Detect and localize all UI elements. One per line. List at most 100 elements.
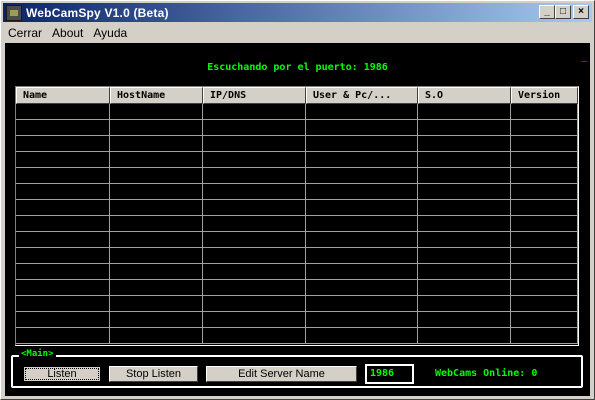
table-cell <box>418 216 511 231</box>
menu-about[interactable]: About <box>47 26 88 40</box>
webcam-icon <box>6 4 22 21</box>
table-cell <box>16 232 110 247</box>
table-cell <box>306 280 418 295</box>
table-cell <box>110 328 203 343</box>
table-cell <box>16 104 110 119</box>
table-row[interactable] <box>16 296 578 312</box>
maximize-button[interactable]: □ <box>555 5 571 19</box>
table-cell <box>418 120 511 135</box>
table-row[interactable] <box>16 168 578 184</box>
table-cell <box>418 184 511 199</box>
table-cell <box>110 136 203 151</box>
app-window: WebCamSpy V1.0 (Beta) _ □ × Cerrar About… <box>0 0 595 400</box>
table-cell <box>110 264 203 279</box>
table-cell <box>203 248 306 263</box>
table-cell <box>203 312 306 327</box>
main-group-legend: <Main> <box>19 349 56 359</box>
main-group: <Main> Listen Stop Listen Edit Server Na… <box>11 349 583 388</box>
table-cell <box>511 248 578 263</box>
table-cell <box>16 152 110 167</box>
table-cell <box>511 280 578 295</box>
table-cell <box>16 296 110 311</box>
table-cell <box>306 120 418 135</box>
table-cell <box>110 296 203 311</box>
menu-ayuda[interactable]: Ayuda <box>88 26 132 40</box>
column-header-user[interactable]: User & Pc/... <box>306 87 418 104</box>
column-header-hostname[interactable]: HostName <box>110 87 203 104</box>
column-header-ip[interactable]: IP/DNS <box>203 87 306 104</box>
table-row[interactable] <box>16 264 578 280</box>
table-cell <box>110 104 203 119</box>
table-row[interactable] <box>16 136 578 152</box>
table-cell <box>511 216 578 231</box>
table-row[interactable] <box>16 312 578 328</box>
table-cell <box>511 168 578 183</box>
table-cell <box>110 312 203 327</box>
table-row[interactable] <box>16 184 578 200</box>
table-cell <box>110 280 203 295</box>
table-cell <box>511 120 578 135</box>
table-cell <box>306 232 418 247</box>
table-row[interactable] <box>16 280 578 296</box>
table-cell <box>203 232 306 247</box>
stop-listen-button[interactable]: Stop Listen <box>109 366 198 382</box>
table-cell <box>110 120 203 135</box>
table-cell <box>418 248 511 263</box>
table-cell <box>16 184 110 199</box>
table-row[interactable] <box>16 152 578 168</box>
port-field[interactable]: 1986 <box>365 364 414 384</box>
table-cell <box>418 152 511 167</box>
title-bar[interactable]: WebCamSpy V1.0 (Beta) _ □ × <box>3 3 592 22</box>
table-cell <box>110 232 203 247</box>
table-cell <box>418 280 511 295</box>
table-cell <box>306 264 418 279</box>
close-button[interactable]: × <box>573 5 589 19</box>
table-cell <box>16 200 110 215</box>
minimize-button[interactable]: _ <box>539 5 555 19</box>
table-cell <box>110 168 203 183</box>
column-header-name[interactable]: Name <box>16 87 110 104</box>
table-cell <box>110 248 203 263</box>
table-row[interactable] <box>16 104 578 120</box>
edit-server-name-button[interactable]: Edit Server Name <box>206 366 357 382</box>
table-cell <box>418 168 511 183</box>
table-row[interactable] <box>16 248 578 264</box>
table-row[interactable] <box>16 200 578 216</box>
table-cell <box>16 328 110 343</box>
table-cell <box>418 296 511 311</box>
table-cell <box>511 312 578 327</box>
table-row[interactable] <box>16 232 578 248</box>
table-cell <box>306 216 418 231</box>
table-body <box>16 104 578 344</box>
table-cell <box>16 248 110 263</box>
listen-button[interactable]: Listen <box>23 366 101 382</box>
table-cell <box>306 328 418 343</box>
table-cell <box>203 184 306 199</box>
table-cell <box>203 120 306 135</box>
table-cell <box>203 104 306 119</box>
table-cell <box>203 152 306 167</box>
table-cell <box>16 280 110 295</box>
table-row[interactable] <box>16 328 578 344</box>
table-row[interactable] <box>16 216 578 232</box>
table-cell <box>306 248 418 263</box>
table-cell <box>418 312 511 327</box>
table-cell <box>203 136 306 151</box>
table-cell <box>511 264 578 279</box>
table-cell <box>203 200 306 215</box>
table-cell <box>203 328 306 343</box>
table-cell <box>110 200 203 215</box>
table-row[interactable] <box>16 120 578 136</box>
corner-mark: _ <box>581 52 587 63</box>
menu-cerrar[interactable]: Cerrar <box>3 26 47 40</box>
column-header-so[interactable]: S.O <box>418 87 511 104</box>
column-header-version[interactable]: Version <box>511 87 578 104</box>
webcam-table[interactable]: Name HostName IP/DNS User & Pc/... S.O V… <box>15 86 579 346</box>
table-header: Name HostName IP/DNS User & Pc/... S.O V… <box>16 87 578 104</box>
table-cell <box>306 136 418 151</box>
table-cell <box>418 232 511 247</box>
table-cell <box>16 120 110 135</box>
table-cell <box>306 152 418 167</box>
table-cell <box>306 184 418 199</box>
table-cell <box>16 264 110 279</box>
